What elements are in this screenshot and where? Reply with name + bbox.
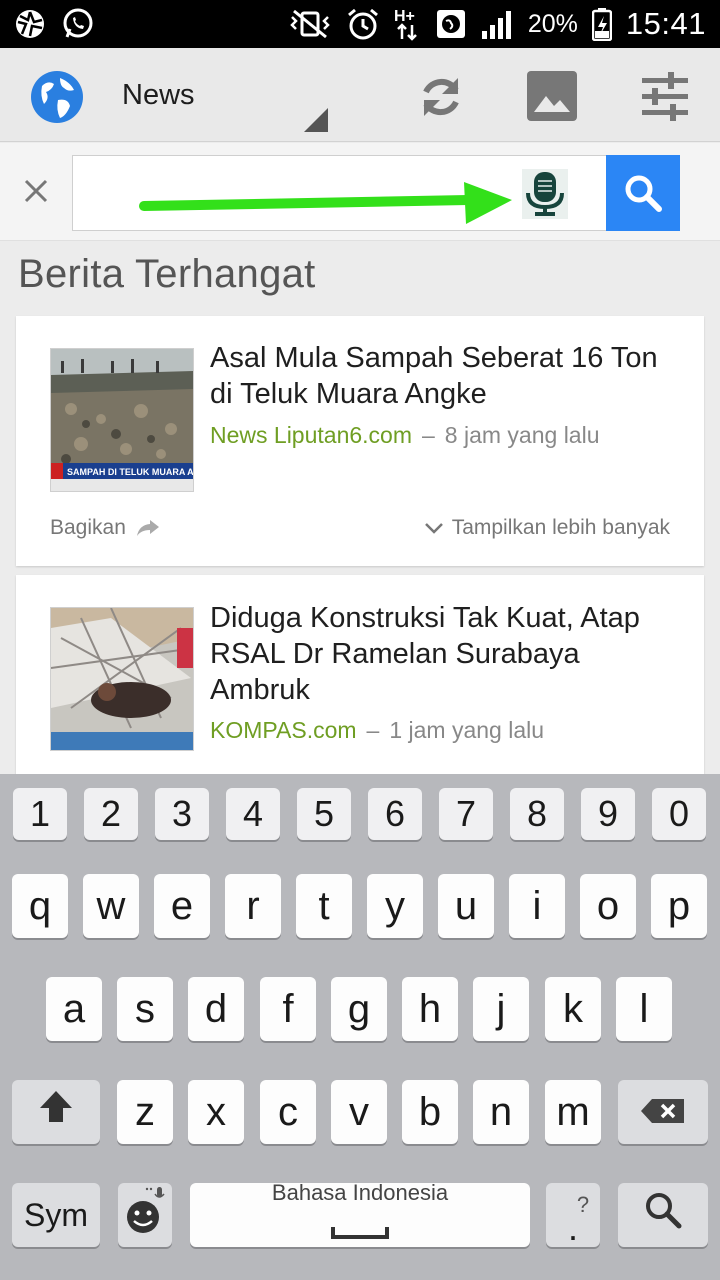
vibrate-mute-icon (288, 9, 332, 39)
key-9[interactable]: 9 (581, 788, 635, 840)
space-bar-icon (331, 1206, 389, 1251)
emoji-icon (123, 1185, 167, 1245)
key-1[interactable]: 1 (13, 788, 67, 840)
battery-charging-icon (591, 7, 612, 41)
soft-keyboard: 1 2 3 4 5 6 7 8 9 0 q w e r t y u i o p … (0, 774, 720, 1280)
clock: 15:41 (625, 6, 706, 41)
article-source[interactable]: News Liputan6.com (210, 422, 412, 448)
key-j[interactable]: j (473, 977, 529, 1041)
globe-status-icon (436, 9, 466, 39)
key-z[interactable]: z (117, 1080, 173, 1144)
show-more-button[interactable]: Tampilkan lebih banyak (424, 516, 670, 540)
key-x[interactable]: x (188, 1080, 244, 1144)
key-l[interactable]: l (616, 977, 672, 1041)
network-type-icon: H+ (394, 7, 422, 41)
key-h[interactable]: h (402, 977, 458, 1041)
news-card[interactable]: Diduga Konstruksi Tak Kuat, Atap RSAL Dr… (16, 575, 704, 785)
key-7[interactable]: 7 (439, 788, 493, 840)
key-i[interactable]: i (509, 874, 565, 938)
article-meta: KOMPAS.com –1 jam yang lalu (210, 717, 544, 744)
key-e[interactable]: e (154, 874, 210, 938)
key-0[interactable]: 0 (652, 788, 706, 840)
article-headline[interactable]: Asal Mula Sampah Seberat 16 Ton di Teluk… (210, 340, 680, 412)
show-more-label: Tampilkan lebih banyak (451, 516, 670, 539)
key-t[interactable]: t (296, 874, 352, 938)
space-key[interactable]: Bahasa Indonesia (190, 1179, 530, 1247)
key-r[interactable]: r (225, 874, 281, 938)
article-headline[interactable]: Diduga Konstruksi Tak Kuat, Atap RSAL Dr… (210, 600, 680, 708)
close-icon[interactable] (22, 177, 50, 205)
key-u[interactable]: u (438, 874, 494, 938)
key-b[interactable]: b (402, 1080, 458, 1144)
key-m[interactable]: m (545, 1080, 601, 1144)
key-8[interactable]: 8 (510, 788, 564, 840)
section-title: Berita Terhangat (18, 252, 316, 296)
share-arrow-icon (136, 518, 160, 538)
emoji-voice-key[interactable] (118, 1183, 172, 1247)
backspace-icon (640, 1090, 686, 1135)
key-y[interactable]: y (367, 874, 423, 938)
period-key[interactable]: ? . (546, 1183, 600, 1247)
period-hint: ? (576, 1192, 590, 1217)
key-g[interactable]: g (331, 977, 387, 1041)
article-thumbnail[interactable]: SAMPAH DI TELUK MUARA A (50, 348, 194, 492)
chevron-down-icon (424, 521, 444, 535)
key-k[interactable]: k (545, 977, 601, 1041)
search-icon[interactable] (606, 155, 680, 231)
shift-key[interactable] (12, 1080, 100, 1144)
share-label: Bagikan (50, 516, 126, 539)
refresh-icon[interactable] (414, 70, 468, 124)
key-4[interactable]: 4 (226, 788, 280, 840)
key-p[interactable]: p (651, 874, 707, 938)
key-2[interactable]: 2 (84, 788, 138, 840)
signal-icon (480, 9, 514, 39)
key-w[interactable]: w (83, 874, 139, 938)
key-d[interactable]: d (188, 977, 244, 1041)
news-card[interactable]: SAMPAH DI TELUK MUARA A Asal Mula Sampah… (16, 316, 704, 566)
article-meta: News Liputan6.com –8 jam yang lalu (210, 422, 600, 449)
status-bar: H+ 20% 15:41 (0, 0, 720, 48)
key-c[interactable]: c (260, 1080, 316, 1144)
backspace-key[interactable] (618, 1080, 708, 1144)
svg-text:SAMPAH DI TELUK MUARA A: SAMPAH DI TELUK MUARA A (67, 467, 194, 477)
keyboard-search-key[interactable] (618, 1183, 708, 1247)
key-q[interactable]: q (12, 874, 68, 938)
meta-separator: – (366, 717, 380, 743)
dropdown-corner-icon[interactable] (304, 108, 328, 132)
article-source[interactable]: KOMPAS.com (210, 717, 357, 743)
sym-key[interactable]: Sym (12, 1183, 100, 1247)
key-a[interactable]: a (46, 977, 102, 1041)
globe-icon[interactable] (30, 70, 84, 124)
period-label: . (567, 1207, 578, 1248)
meta-separator: – (422, 422, 435, 448)
article-time: 1 jam yang lalu (389, 717, 545, 743)
article-time: 8 jam yang lalu (444, 422, 600, 448)
whatsapp-icon (62, 8, 94, 40)
key-v[interactable]: v (331, 1080, 387, 1144)
app-title[interactable]: News (122, 79, 195, 112)
microphone-icon[interactable] (522, 169, 568, 219)
key-s[interactable]: s (117, 977, 173, 1041)
key-6[interactable]: 6 (368, 788, 422, 840)
app-bar: News (0, 48, 720, 142)
key-n[interactable]: n (473, 1080, 529, 1144)
article-thumbnail[interactable] (50, 607, 194, 751)
space-language-label: Bahasa Indonesia (271, 1179, 449, 1205)
annotation-arrow (139, 182, 512, 224)
key-f[interactable]: f (260, 977, 316, 1041)
svg-text:H+: H+ (394, 8, 415, 25)
tune-icon[interactable] (638, 70, 692, 124)
key-o[interactable]: o (580, 874, 636, 938)
shift-arrow-icon (37, 1088, 75, 1136)
share-button[interactable]: Bagikan (50, 516, 160, 540)
key-3[interactable]: 3 (155, 788, 209, 840)
alarm-icon (346, 7, 380, 41)
key-5[interactable]: 5 (297, 788, 351, 840)
search-icon (644, 1191, 682, 1239)
battery-percent: 20% (527, 9, 578, 38)
image-icon[interactable] (526, 70, 578, 122)
camera-aperture-icon (14, 8, 46, 40)
